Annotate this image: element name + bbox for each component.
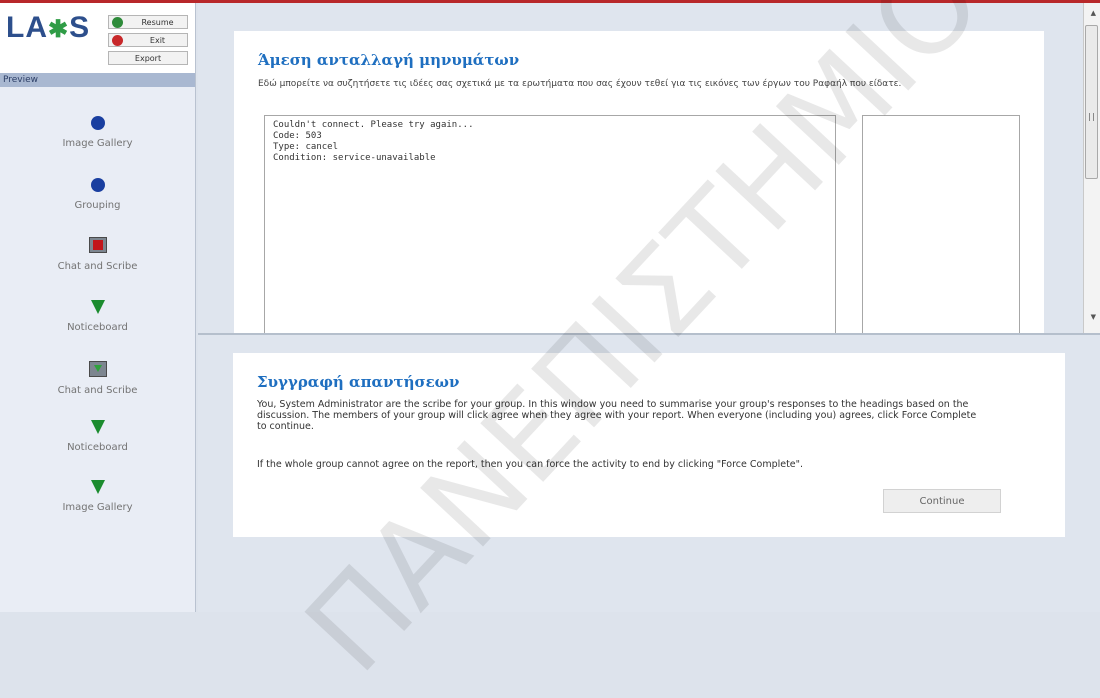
red-square-icon [88, 237, 107, 253]
sequence-item-label: Noticeboard [67, 322, 128, 333]
sequence-item-chat-scribe-1[interactable]: Chat and Scribe [0, 237, 195, 272]
chat-intro: Εδώ μπορείτε να συζητήσετε τις ιδέες σας… [258, 79, 902, 89]
sequence-item-label: Noticeboard [67, 442, 128, 453]
exit-button[interactable]: Exit [108, 33, 188, 47]
chat-message-line: Couldn't connect. Please try again... [273, 120, 474, 130]
sequence-sidebar: LA✱S Resume Exit Export Preview Image Ga… [0, 3, 196, 612]
lams-logo: LA✱S [6, 11, 91, 44]
sequence-item-label: Grouping [74, 200, 121, 211]
chat-panel: Άμεση ανταλλαγή μηνυμάτων Εδώ μπορείτε ν… [234, 31, 1044, 333]
scribe-title: Συγγραφή απαντήσεων [257, 373, 460, 391]
sequence-item-image-gallery-2[interactable]: Image Gallery [0, 479, 195, 513]
green-triangle-icon [90, 300, 105, 314]
sequence-item-noticeboard-2[interactable]: Noticeboard [0, 419, 195, 453]
chat-message-line: Type: cancel [273, 142, 339, 152]
sequence-item-label: Chat and Scribe [57, 385, 138, 396]
scroll-up-icon[interactable]: ▲ [1091, 9, 1096, 17]
logo-area: LA✱S Resume Exit Export [0, 3, 195, 73]
scribe-instructions: You, System Administrator are the scribe… [257, 399, 977, 432]
sequence-item-label: Image Gallery [62, 502, 133, 513]
continue-button[interactable]: Continue [883, 489, 1001, 513]
chat-message-line: Code: 503 [273, 131, 322, 141]
grip-icon [1089, 113, 1094, 121]
exit-icon [112, 34, 123, 46]
sequence-item-label: Chat and Scribe [57, 261, 138, 272]
chat-title: Άμεση ανταλλαγή μηνυμάτων [258, 51, 520, 69]
green-triangle-icon [90, 420, 105, 434]
sequence-item-image-gallery-1[interactable]: Image Gallery [0, 115, 195, 149]
sequence-item-noticeboard-1[interactable]: Noticeboard [0, 299, 195, 333]
scribe-frame: Συγγραφή απαντήσεων You, System Administ… [198, 335, 1100, 612]
vertical-scrollbar[interactable]: ▲ ▼ [1083, 3, 1100, 333]
scribe-force-note: If the whole group cannot agree on the r… [257, 459, 804, 470]
chat-message-area[interactable]: Couldn't connect. Please try again... Co… [264, 115, 836, 333]
sequence-item-grouping[interactable]: Grouping [0, 177, 195, 211]
export-button[interactable]: Export [108, 51, 188, 65]
preview-bar: Preview [0, 73, 195, 87]
chat-users-list[interactable] [862, 115, 1020, 333]
chat-frame: Άμεση ανταλλαγή μηνυμάτων Εδώ μπορείτε ν… [198, 3, 1100, 335]
green-triangle-icon [90, 480, 105, 494]
scroll-down-icon[interactable]: ▼ [1091, 313, 1096, 321]
exit-label: Exit [149, 35, 166, 45]
sequence-item-label: Image Gallery [62, 138, 133, 149]
resume-label: Resume [141, 17, 174, 27]
green-square-icon [88, 361, 107, 377]
scrollbar-thumb[interactable] [1085, 25, 1098, 179]
resume-icon [112, 16, 123, 28]
sequence-item-chat-scribe-2[interactable]: Chat and Scribe [0, 361, 195, 396]
chat-message-line: Condition: service-unavailable [273, 153, 436, 163]
blue-circle-icon [90, 178, 105, 192]
resume-button[interactable]: Resume [108, 15, 188, 29]
blue-circle-icon [90, 116, 105, 130]
export-label: Export [134, 53, 162, 63]
scribe-panel: Συγγραφή απαντήσεων You, System Administ… [233, 353, 1065, 537]
